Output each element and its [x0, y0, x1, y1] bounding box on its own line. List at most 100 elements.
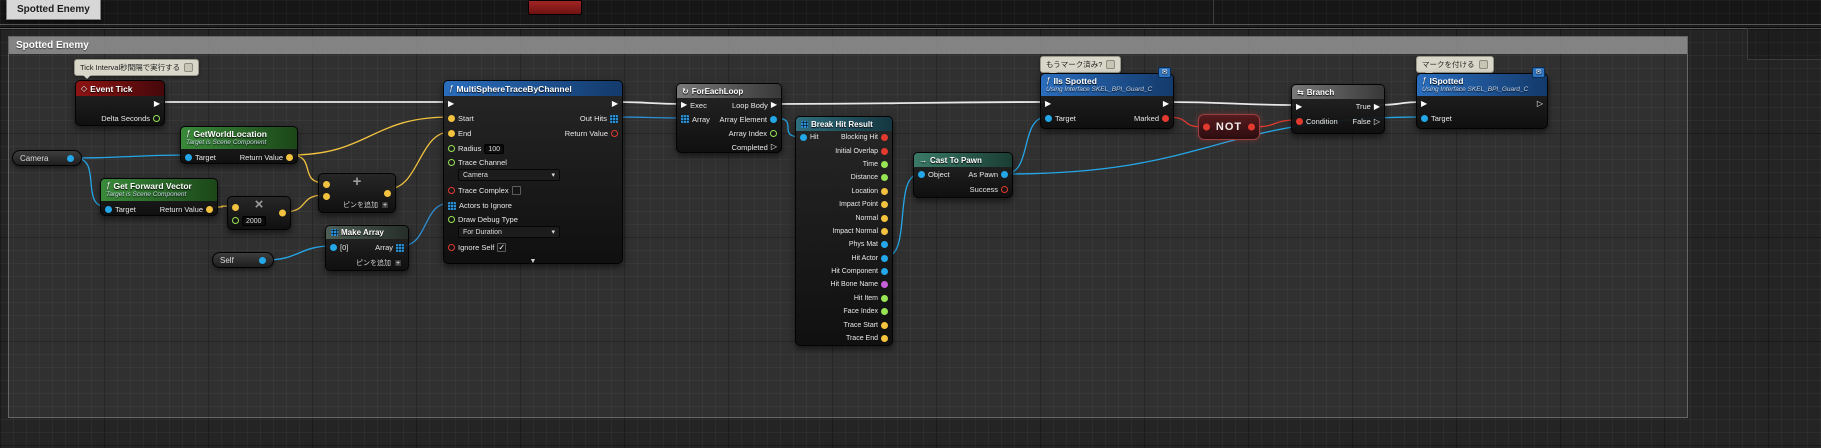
trace-complex-checkbox[interactable]: [511, 186, 521, 195]
node-for-each-loop[interactable]: ↻ ForEachLoop ▶ Exec Loop Body ▶ Array A…: [676, 83, 782, 153]
add-input-b-pin[interactable]: [323, 192, 330, 200]
collapse-arrow-icon[interactable]: ▼: [530, 258, 537, 265]
multiply-b-value[interactable]: 2000: [242, 215, 266, 226]
node-multiply[interactable]: × 2000: [227, 196, 291, 230]
exec-in-pin[interactable]: ▶: [1045, 99, 1051, 108]
hit-bone-name-pin[interactable]: [881, 281, 888, 289]
start-pin[interactable]: [448, 115, 455, 122]
bubble-pin-icon[interactable]: [1106, 60, 1116, 69]
add-input-a-pin[interactable]: [323, 180, 330, 188]
node-event-tick[interactable]: ◇ Event Tick ▶ Delta Seconds: [75, 80, 165, 126]
add-pin-button[interactable]: ピンを追加 +: [343, 200, 389, 210]
target-pin[interactable]: [185, 153, 192, 161]
bubble-pin-icon[interactable]: [184, 63, 194, 72]
hit-component-pin[interactable]: [881, 268, 888, 276]
target-pin[interactable]: [105, 205, 112, 213]
exec-out-pin[interactable]: ▷: [1537, 99, 1543, 108]
object-pin[interactable]: [918, 171, 925, 178]
bubble-pin-icon[interactable]: [1478, 60, 1488, 69]
ignore-self-checkbox[interactable]: ✓: [497, 243, 507, 252]
exec-in-pin[interactable]: ▶: [1421, 99, 1427, 108]
exec-in-pin[interactable]: ▶: [448, 99, 454, 108]
target-pin[interactable]: [1421, 115, 1428, 122]
multiply-input-a-pin[interactable]: [232, 204, 239, 211]
condition-pin[interactable]: [1296, 118, 1303, 125]
return-value-pin[interactable]: [611, 130, 618, 137]
not-input-pin[interactable]: [1203, 123, 1210, 131]
out-hits-pin[interactable]: [610, 114, 618, 123]
trace-channel-pin[interactable]: [448, 158, 455, 166]
trace-complex-pin[interactable]: [448, 187, 455, 194]
marked-pin[interactable]: [1162, 115, 1169, 122]
distance-pin[interactable]: [881, 174, 888, 182]
impact-point-pin[interactable]: [881, 201, 888, 209]
node-iis-spotted[interactable]: ƒ IIs Spotted Using Interface SKEL_BPI_G…: [1040, 67, 1174, 129]
exec-in-pin[interactable]: ▶: [681, 101, 687, 109]
radius-value[interactable]: 100: [484, 143, 505, 154]
node-get-world-location[interactable]: ƒ GetWorldLocation Target is Scene Compo…: [180, 126, 298, 164]
hit-pin[interactable]: [800, 134, 807, 142]
comment-header[interactable]: Spotted Enemy: [9, 37, 1687, 54]
success-pin[interactable]: [1001, 186, 1008, 193]
camera-output-pin[interactable]: [67, 154, 74, 162]
multiply-output-pin[interactable]: [279, 209, 286, 217]
false-pin[interactable]: ▷: [1374, 117, 1380, 126]
end-pin[interactable]: [448, 130, 455, 137]
return-value-pin[interactable]: [206, 205, 213, 213]
exec-out-pin[interactable]: ▶: [1163, 99, 1169, 108]
node-not[interactable]: NOT: [1198, 114, 1260, 140]
exec-in-pin[interactable]: ▶: [1296, 102, 1302, 111]
node-ispotted[interactable]: ƒ ISpotted Using Interface SKEL_BPI_Guar…: [1416, 67, 1548, 129]
exec-out-pin[interactable]: ▶: [154, 99, 160, 108]
tab-spotted-enemy[interactable]: Spotted Enemy: [6, 0, 101, 20]
self-output-pin[interactable]: [259, 256, 266, 264]
trace-end-pin[interactable]: [881, 335, 888, 343]
array-index-pin[interactable]: [770, 129, 777, 137]
draw-debug-type-pin[interactable]: [448, 215, 455, 223]
hit-actor-pin[interactable]: [881, 254, 888, 262]
node-break-hit-result[interactable]: Break Hit Result Hit Blocking Hit Initia…: [795, 116, 893, 346]
node-branch[interactable]: ⇆ Branch ▶ True ▶ Condition False ▷: [1291, 84, 1385, 134]
location-pin[interactable]: [881, 187, 888, 195]
completed-pin[interactable]: ▷: [771, 143, 777, 151]
phys-mat-pin[interactable]: [881, 241, 888, 249]
ignore-self-pin[interactable]: [448, 244, 455, 251]
as-pawn-pin[interactable]: [1001, 171, 1008, 178]
time-pin[interactable]: [881, 160, 888, 168]
node-variable-self[interactable]: Self: [212, 252, 274, 268]
node-add[interactable]: + ピンを追加 +: [318, 173, 396, 213]
blocking-hit-pin[interactable]: [881, 134, 888, 142]
blueprint-editor: Spotted Enemy Spotted Enemy Tick Interva…: [0, 0, 1821, 448]
hit-item-pin[interactable]: [881, 294, 888, 302]
initial-overlap-pin[interactable]: [881, 147, 888, 155]
exec-out-pin[interactable]: ▶: [612, 99, 618, 108]
radius-pin[interactable]: [448, 145, 455, 152]
normal-pin[interactable]: [881, 214, 888, 222]
add-pin-button[interactable]: ピンを追加 +: [356, 258, 402, 268]
node-variable-camera[interactable]: Camera: [12, 150, 82, 166]
delta-seconds-pin[interactable]: [153, 115, 160, 122]
return-value-pin[interactable]: [286, 153, 293, 161]
loop-body-pin[interactable]: ▶: [771, 101, 777, 109]
pin-label: Normal: [855, 214, 878, 222]
not-output-pin[interactable]: [1248, 123, 1255, 131]
impact-normal-pin[interactable]: [881, 227, 888, 235]
array-output-pin[interactable]: [396, 243, 404, 252]
add-icon: +: [352, 173, 362, 190]
add-output-pin[interactable]: [384, 190, 391, 197]
trace-start-pin[interactable]: [881, 321, 888, 329]
node-multi-sphere-trace-by-channel[interactable]: ƒ MultiSphereTraceByChannel ▶ ▶ Start Ou…: [443, 80, 623, 265]
target-pin[interactable]: [1045, 115, 1052, 122]
face-index-pin[interactable]: [881, 308, 888, 316]
multiply-input-b-pin[interactable]: [232, 217, 239, 224]
actors-to-ignore-pin[interactable]: [448, 201, 456, 210]
array-pin[interactable]: [681, 115, 689, 123]
true-pin[interactable]: ▶: [1374, 102, 1380, 111]
node-get-forward-vector[interactable]: ƒ Get Forward Vector Target is Scene Com…: [100, 178, 218, 216]
trace-channel-dropdown[interactable]: Camera ▾: [458, 169, 560, 181]
node-make-array[interactable]: Make Array [0] Array ピンを追加 +: [325, 225, 409, 271]
draw-debug-type-dropdown[interactable]: For Duration ▾: [458, 226, 560, 238]
node-cast-to-pawn[interactable]: → Cast To Pawn Object As Pawn Success: [913, 152, 1013, 198]
element-0-pin[interactable]: [330, 244, 337, 251]
array-element-pin[interactable]: [770, 115, 777, 123]
